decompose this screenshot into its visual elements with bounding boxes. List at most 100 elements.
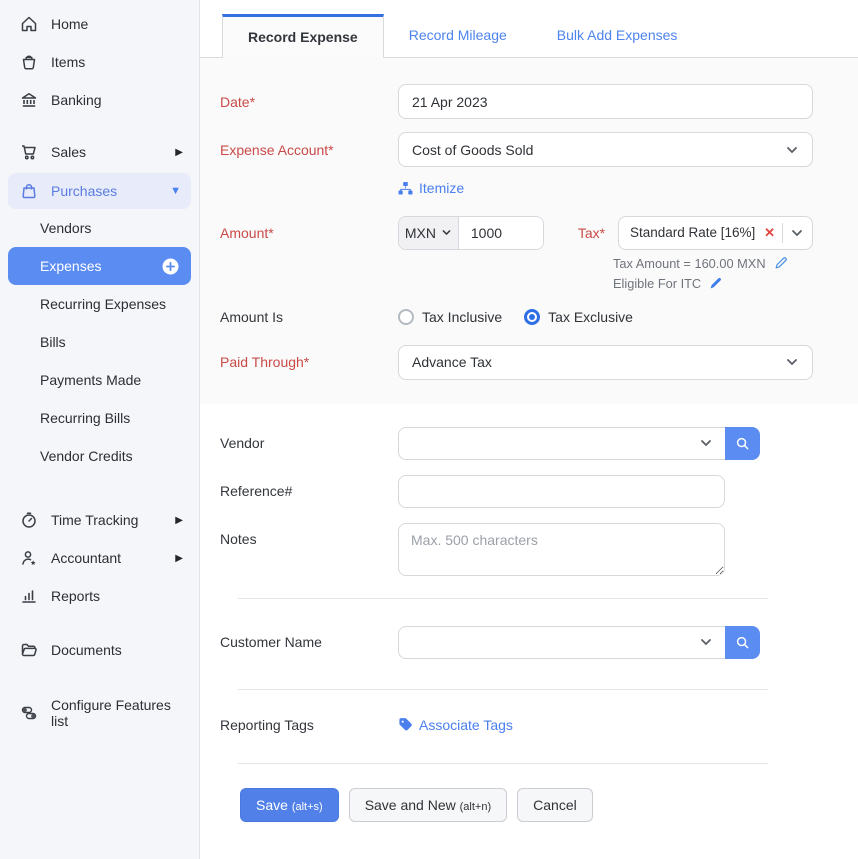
save-shortcut: (alt+s) xyxy=(292,801,323,813)
sidebar-item-reports[interactable]: Reports xyxy=(0,577,199,615)
amount-is-label: Amount Is xyxy=(220,309,398,325)
search-icon xyxy=(735,635,750,650)
sidebar-item-recurring-bills[interactable]: Recurring Bills xyxy=(0,399,199,437)
amount-label: Amount* xyxy=(220,225,398,241)
eligible-itc-text: Eligible For ITC xyxy=(613,276,701,291)
search-icon xyxy=(735,436,750,451)
amount-is-row: Amount Is Tax Inclusive Tax Exclusive xyxy=(220,309,813,325)
add-expense-icon[interactable] xyxy=(162,258,179,275)
notes-label: Notes xyxy=(220,523,398,547)
bar-chart-icon xyxy=(20,587,38,605)
action-bar: Save (alt+s) Save and New (alt+n) Cancel xyxy=(240,788,813,822)
tax-select[interactable]: Standard Rate [16%] ✕ xyxy=(618,216,813,250)
basket-icon xyxy=(20,53,38,71)
section-divider xyxy=(238,689,768,690)
sidebar-item-documents[interactable]: Documents xyxy=(0,631,199,669)
stopwatch-icon xyxy=(20,511,38,529)
paid-through-value: Advance Tax xyxy=(412,354,492,370)
reference-input[interactable] xyxy=(398,475,725,508)
radio-label: Tax Inclusive xyxy=(422,309,502,325)
section-divider xyxy=(238,598,768,599)
tab-record-mileage[interactable]: Record Mileage xyxy=(384,13,532,57)
paid-through-label: Paid Through* xyxy=(220,354,398,370)
sidebar-item-label: Reports xyxy=(51,588,183,604)
reporting-tags-label: Reporting Tags xyxy=(220,717,398,733)
currency-value: MXN xyxy=(405,225,436,241)
radio-tax-inclusive[interactable]: Tax Inclusive xyxy=(398,309,502,325)
vendor-select[interactable] xyxy=(398,427,725,460)
sidebar-item-label: Items xyxy=(51,54,183,70)
cancel-label: Cancel xyxy=(533,797,577,813)
sidebar-item-label: Purchases xyxy=(51,183,157,199)
edit-tax-amount-icon[interactable] xyxy=(774,256,788,270)
sidebar-item-purchases[interactable]: Purchases ▼ xyxy=(8,173,191,209)
associate-tags-label: Associate Tags xyxy=(419,717,513,733)
home-icon xyxy=(20,15,38,33)
itemize-link[interactable]: Itemize xyxy=(398,180,464,196)
sidebar-item-payments-made[interactable]: Payments Made xyxy=(0,361,199,399)
amount-row: Amount* MXN Tax* Standard Rate [16%] ✕ xyxy=(220,216,813,250)
sidebar-item-configure-features[interactable]: Configure Features list xyxy=(0,694,199,732)
date-input[interactable] xyxy=(398,84,813,119)
vendor-search-button[interactable] xyxy=(725,427,760,460)
amount-input[interactable] xyxy=(459,217,543,249)
chevron-down-icon xyxy=(790,226,804,240)
reference-row: Reference# xyxy=(220,475,813,508)
customer-name-label: Customer Name xyxy=(220,634,398,650)
customer-select[interactable] xyxy=(398,626,725,659)
sidebar-item-vendor-credits[interactable]: Vendor Credits xyxy=(0,437,199,475)
tax-amount-line: Tax Amount = 160.00 MXN xyxy=(613,256,813,271)
cart-icon xyxy=(20,143,38,161)
save-and-new-button[interactable]: Save and New (alt+n) xyxy=(349,788,507,822)
expense-account-row: Expense Account* Cost of Goods Sold xyxy=(220,132,813,167)
sidebar-item-accountant[interactable]: Accountant ▶ xyxy=(0,539,199,577)
customer-combo xyxy=(398,626,760,659)
reporting-tags-row: Reporting Tags Associate Tags xyxy=(220,717,813,733)
sidebar-item-banking[interactable]: Banking xyxy=(0,81,199,119)
radio-selected-icon[interactable] xyxy=(524,309,540,325)
paid-through-select[interactable]: Advance Tax xyxy=(398,345,813,380)
sidebar-item-label: Banking xyxy=(51,92,183,108)
sidebar-item-bills[interactable]: Bills xyxy=(0,323,199,361)
notes-textarea[interactable] xyxy=(398,523,725,576)
save-button[interactable]: Save (alt+s) xyxy=(240,788,339,822)
itemize-label: Itemize xyxy=(419,180,464,196)
edit-eligible-itc-icon[interactable] xyxy=(709,277,722,290)
chevron-down-icon xyxy=(441,227,452,238)
accountant-icon xyxy=(20,549,38,567)
chevron-right-icon: ▶ xyxy=(175,147,183,158)
sidebar-item-label: Vendor Credits xyxy=(40,448,183,464)
cancel-button[interactable]: Cancel xyxy=(517,788,593,822)
expense-account-label: Expense Account* xyxy=(220,142,398,158)
customer-search-button[interactable] xyxy=(725,626,760,659)
sidebar-item-label: Time Tracking xyxy=(51,512,162,528)
sidebar-item-items[interactable]: Items xyxy=(0,43,199,81)
expense-account-value: Cost of Goods Sold xyxy=(412,142,533,158)
radio-icon[interactable] xyxy=(398,309,414,325)
tab-record-expense[interactable]: Record Expense xyxy=(222,14,384,58)
sidebar-item-expenses[interactable]: Expenses xyxy=(8,247,191,285)
sidebar-item-label: Accountant xyxy=(51,550,162,566)
folder-icon xyxy=(20,641,38,659)
tab-bulk-add-expenses[interactable]: Bulk Add Expenses xyxy=(532,13,703,57)
sidebar-item-vendors[interactable]: Vendors xyxy=(0,209,199,247)
date-label: Date* xyxy=(220,94,398,110)
associate-tags-link[interactable]: Associate Tags xyxy=(398,717,513,733)
sidebar-item-time-tracking[interactable]: Time Tracking ▶ xyxy=(0,501,199,539)
save-label: Save xyxy=(256,797,288,813)
sidebar-item-home[interactable]: Home xyxy=(0,5,199,43)
chevron-down-icon: ▼ xyxy=(170,185,181,197)
eligible-itc-line: Eligible For ITC xyxy=(613,276,813,291)
currency-select[interactable]: MXN xyxy=(399,217,459,249)
sidebar-item-label: Vendors xyxy=(40,220,183,236)
save-and-new-shortcut: (alt+n) xyxy=(460,801,492,813)
chevron-down-icon xyxy=(699,635,713,649)
clear-tax-icon[interactable]: ✕ xyxy=(757,225,782,241)
sidebar-item-recurring-expenses[interactable]: Recurring Expenses xyxy=(0,285,199,323)
vendor-combo xyxy=(398,427,760,460)
date-row: Date* xyxy=(220,84,813,119)
sidebar-item-sales[interactable]: Sales ▶ xyxy=(0,133,199,171)
expense-account-select[interactable]: Cost of Goods Sold xyxy=(398,132,813,167)
radio-tax-exclusive[interactable]: Tax Exclusive xyxy=(524,309,633,325)
vendor-row: Vendor xyxy=(220,427,813,460)
